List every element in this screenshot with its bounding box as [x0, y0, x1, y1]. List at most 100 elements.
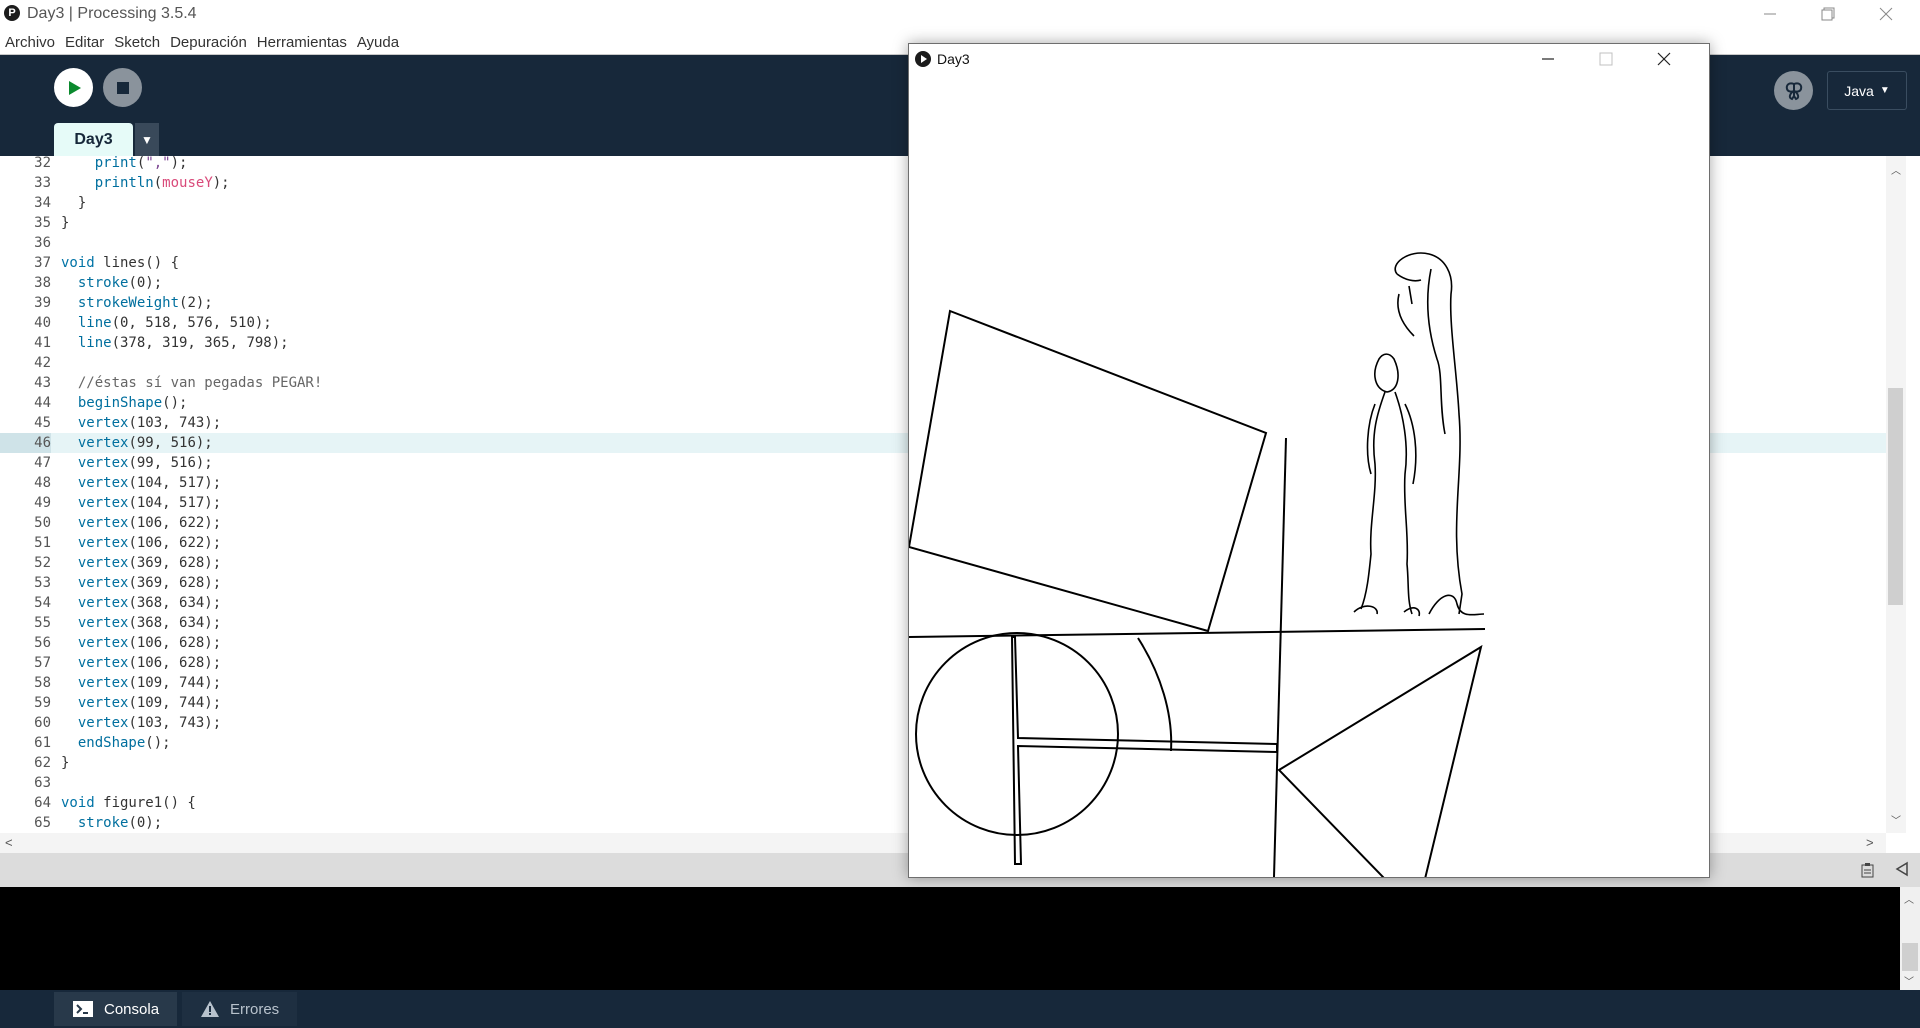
line-code: vertex(99, 516);: [77, 455, 213, 471]
sketch-close-button[interactable]: [1657, 52, 1671, 71]
line-number: 54: [34, 595, 51, 611]
line-number: 48: [34, 475, 51, 491]
title-bar: P Day3 | Processing 3.5.4: [0, 0, 1920, 28]
mode-selector[interactable]: Java ▼: [1827, 71, 1907, 110]
line-number: 50: [34, 515, 51, 531]
line-number: 56: [34, 635, 51, 651]
scroll-up-icon[interactable]: ︿: [1904, 891, 1914, 906]
sketch-maximize-button[interactable]: [1599, 52, 1613, 71]
scroll-down-icon[interactable]: ﹀: [1891, 812, 1901, 827]
tab-day3[interactable]: Day3: [54, 123, 133, 156]
line-code: vertex(368, 634);: [77, 615, 222, 631]
line-number: 35: [34, 215, 51, 231]
line-code: vertex(99, 516);: [77, 435, 213, 451]
console-scroll-thumb[interactable]: [1902, 943, 1918, 971]
window-title: Day3 | Processing 3.5.4: [27, 5, 197, 22]
line-number: 46: [0, 433, 51, 453]
processing-logo-icon: P: [4, 5, 20, 21]
line-code: vertex(368, 634);: [77, 595, 222, 611]
editor-scroll-thumb[interactable]: [1888, 388, 1903, 605]
maximize-icon: [1599, 52, 1613, 66]
minimize-icon: [1764, 13, 1776, 15]
menu-ayuda[interactable]: Ayuda: [352, 34, 404, 51]
sketch-window-title: Day3: [937, 51, 970, 67]
line-code: strokeWeight(2);: [77, 295, 213, 311]
line-number: 65: [34, 815, 51, 831]
line-number: 39: [34, 295, 51, 311]
sketch-window[interactable]: Day3: [908, 43, 1710, 878]
line-code: vertex(369, 628);: [77, 575, 222, 591]
scroll-down-icon[interactable]: ﹀: [1904, 973, 1914, 988]
tab-label: Day3: [74, 130, 113, 148]
line-number: 36: [34, 235, 51, 251]
line-number: 44: [34, 395, 51, 411]
line-number: 49: [34, 495, 51, 511]
line-number: 37: [34, 255, 51, 271]
debug-button[interactable]: [1774, 71, 1813, 110]
line-code: beginShape();: [77, 395, 188, 411]
scroll-left-icon[interactable]: <: [5, 835, 13, 850]
line-number: 61: [34, 735, 51, 751]
line-number: 34: [34, 195, 51, 211]
line-code: stroke(0);: [77, 815, 163, 831]
console-scrollbar[interactable]: ︿ ﹀: [1900, 887, 1920, 990]
line-code: }: [61, 195, 87, 211]
tab-errores-label: Errores: [230, 1000, 280, 1018]
minimize-button[interactable]: [1741, 0, 1799, 28]
close-button[interactable]: [1857, 0, 1915, 28]
triangle: [1277, 644, 1483, 877]
line-code: vertex(104, 517);: [77, 475, 222, 491]
tilted-rectangle: [909, 309, 1268, 633]
line-code: }: [61, 755, 70, 771]
sketch-canvas[interactable]: [909, 74, 1709, 877]
line-code: endShape();: [77, 735, 171, 751]
tab-consola-label: Consola: [104, 1000, 160, 1018]
processing-logo-icon: [915, 51, 931, 67]
line-code: println(mouseY);: [94, 175, 230, 191]
scroll-up-icon[interactable]: ︿: [1891, 162, 1901, 177]
line-code: vertex(106, 628);: [77, 655, 222, 671]
menu-depuracion[interactable]: Depuración: [165, 34, 252, 51]
stop-button[interactable]: [103, 68, 142, 107]
line-code: void figure1() {: [61, 795, 196, 811]
tab-menu-button[interactable]: ▼: [135, 123, 159, 156]
line-code: vertex(109, 744);: [77, 695, 222, 711]
line-code: void lines() {: [61, 255, 180, 271]
sketch-minimize-button[interactable]: [1541, 52, 1555, 71]
collapse-console-icon[interactable]: [1894, 861, 1910, 882]
line-number: 62: [34, 755, 51, 771]
line-number: 33: [34, 175, 51, 191]
line-number: 63: [34, 775, 51, 791]
scroll-right-icon[interactable]: >: [1866, 835, 1874, 850]
line-code: vertex(106, 622);: [77, 515, 222, 531]
line-number: 64: [34, 795, 51, 811]
run-button[interactable]: [54, 68, 93, 107]
chevron-down-icon: ▼: [1879, 85, 1890, 96]
line-code: vertex(103, 743);: [77, 415, 222, 431]
tab-consola[interactable]: Consola: [54, 992, 178, 1026]
line-code: vertex(109, 744);: [77, 675, 222, 691]
menu-archivo[interactable]: Archivo: [0, 34, 60, 51]
line-number: 55: [34, 615, 51, 631]
menu-sketch[interactable]: Sketch: [109, 34, 165, 51]
line-code: //éstas sí van pegadas PEGAR!: [61, 375, 323, 391]
menu-editar[interactable]: Editar: [60, 34, 109, 51]
line-code: line(0, 518, 576, 510);: [77, 315, 272, 331]
line-number: 43: [34, 375, 51, 391]
console-output[interactable]: [0, 887, 1900, 990]
line-number: 42: [34, 355, 51, 371]
clipboard-icon[interactable]: [1860, 862, 1876, 883]
line-number: 53: [34, 575, 51, 591]
line-number: 60: [34, 715, 51, 731]
warning-icon: [201, 1001, 219, 1017]
line-number: 45: [34, 415, 51, 431]
line-number: 41: [34, 335, 51, 351]
mode-label: Java: [1844, 82, 1874, 99]
tab-errores[interactable]: Errores: [182, 992, 298, 1026]
line-number: 59: [34, 695, 51, 711]
menu-herramientas[interactable]: Herramientas: [252, 34, 352, 51]
line-code: }: [61, 215, 70, 231]
butterfly-icon: [1785, 81, 1802, 100]
line-code: vertex(103, 743);: [77, 715, 222, 731]
restore-button[interactable]: [1799, 0, 1857, 28]
